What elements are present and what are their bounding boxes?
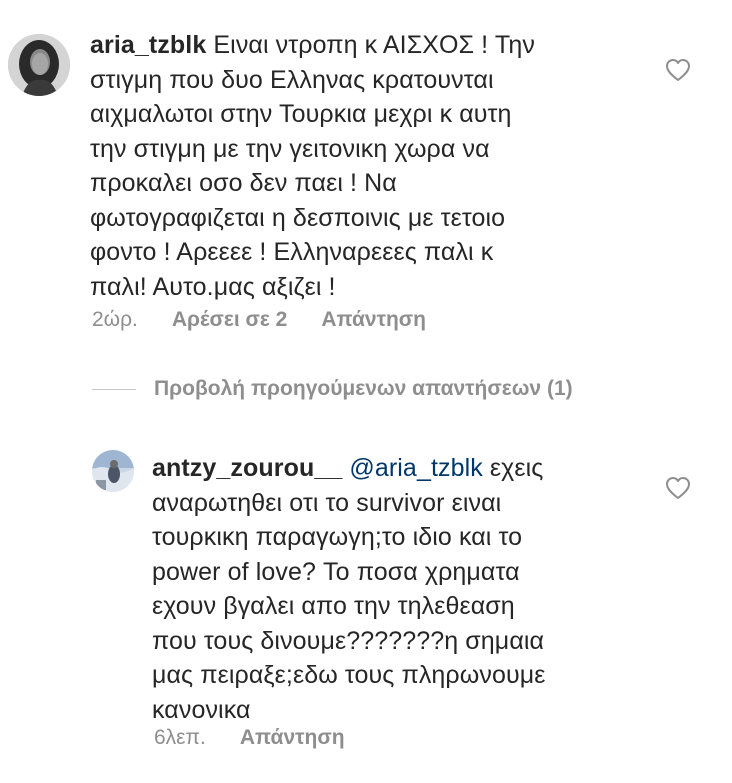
- view-previous-replies-button[interactable]: Προβολή προηγούμενων απαντήσεων (1): [92, 377, 573, 401]
- comment-line: την στιγμη με την γειτονικη χωρα να: [90, 134, 490, 163]
- reply-line: κανονικα: [152, 695, 251, 724]
- comment-text: aria_tzblk Ειναι ντροπη κ ΑΙΣΧΟΣ ! Την σ…: [90, 28, 650, 304]
- reply-comment-meta: 6λεπ. Απάντηση: [154, 726, 345, 750]
- reply-line: μας πειραξε;εδω τους πληρωνουμε: [152, 661, 546, 689]
- profile-photo-icon: [92, 450, 134, 492]
- reply-line: εχεις: [489, 454, 544, 482]
- comment-line: Ειναι ντροπη κ ΑΙΣΧΟΣ ! Την: [213, 31, 535, 59]
- mention-link[interactable]: @aria_tzblk: [349, 454, 482, 482]
- avatar-aria-tzblk[interactable]: [8, 34, 70, 96]
- heart-outline-icon[interactable]: [665, 58, 691, 82]
- comment-line: φωτογραφιζεται η δεσποινις με τετοιο: [90, 203, 506, 232]
- reply-button[interactable]: Απάντηση: [240, 726, 345, 750]
- reply-time: 6λεπ.: [154, 726, 206, 749]
- reply-line: τουρκικη παραγωγη;το ιδιο και το: [152, 523, 523, 551]
- reply-line: αναρωτηθει οτι το survivor ειναι: [152, 488, 502, 517]
- reply-line: power of love? Το ποσα χρηματα: [152, 557, 520, 586]
- heart-outline-icon[interactable]: [665, 476, 691, 500]
- reply-button[interactable]: Απάντηση: [321, 308, 426, 332]
- avatar-antzy-zourou[interactable]: [92, 450, 134, 492]
- reply-comment-text: antzy_zourou__ @aria_tzblk εχεις αναρωτη…: [152, 451, 652, 727]
- comment-username[interactable]: aria_tzblk: [90, 31, 206, 59]
- comment-line: στιγμη που δυο Ελληνας κρατουνται: [90, 65, 494, 94]
- comment-line: αιχμαλωτοι στην Τουρκια μεχρι κ αυτη: [90, 100, 512, 128]
- reply-line: που τους δινουμε???????η σημαια: [152, 626, 545, 655]
- comment-meta: 2ώρ. Αρέσει σε 2 Απάντηση: [92, 308, 426, 332]
- comment-time: 2ώρ.: [92, 308, 138, 331]
- reply-line: εχουν βγαλει απο την τηλεθεαση: [152, 592, 515, 620]
- profile-photo-icon: [8, 34, 70, 96]
- replies-divider-line: [92, 388, 136, 390]
- likes-count-button[interactable]: Αρέσει σε 2: [172, 308, 287, 332]
- comment-line: φοντο ! Αρεεεε ! Ελληναρεεες παλι κ: [90, 238, 494, 266]
- comment-line: παλι! Αυτο.μας αξιζει !: [90, 272, 336, 301]
- view-replies-label: Προβολή προηγούμενων απαντήσεων (1): [154, 377, 573, 400]
- comment-line: προκαλει οσο δεν παει ! Να: [90, 169, 397, 197]
- reply-username[interactable]: antzy_zourou__: [152, 454, 342, 482]
